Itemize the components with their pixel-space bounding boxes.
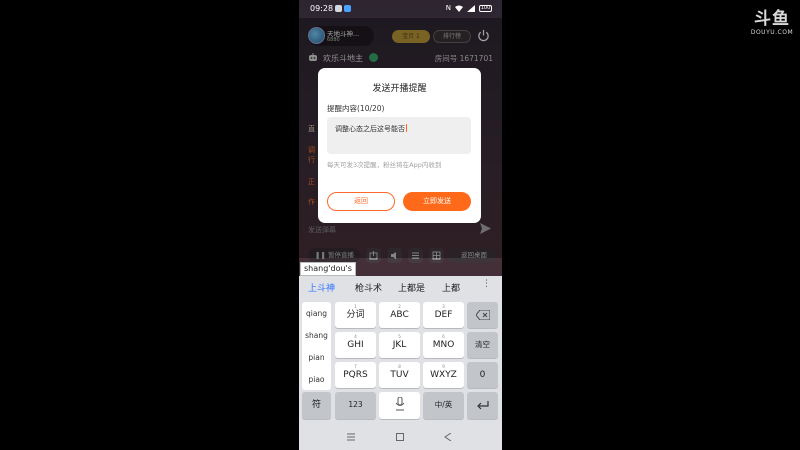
key-label: JKL <box>392 340 407 350</box>
wifi-icon <box>455 5 463 12</box>
clear-key[interactable]: 清空 <box>467 332 498 358</box>
backspace-icon <box>474 309 490 321</box>
space-key[interactable] <box>379 392 420 419</box>
key-label: MNO <box>432 340 455 350</box>
candidate-word[interactable]: 枪斗术 <box>355 281 382 294</box>
back-button[interactable]: 返回 <box>327 192 395 211</box>
key-label: DEF <box>434 310 453 320</box>
app-notification-icon <box>344 5 351 12</box>
key-tuv[interactable]: 8 TUV <box>379 362 420 388</box>
nfc-icon: N <box>445 4 451 12</box>
content-label: 提醒内容(10/20) <box>327 104 385 113</box>
recent-apps-icon[interactable] <box>347 433 355 441</box>
pinyin-option[interactable]: shang <box>302 331 331 340</box>
key-ghi[interactable]: 4 GHI <box>335 332 376 358</box>
enter-icon <box>476 401 489 410</box>
status-right: N 100 <box>446 4 492 12</box>
watermark-url: DOUYU.COM <box>750 29 794 36</box>
more-candidates-icon[interactable]: ⋮ <box>482 279 491 289</box>
key-label: ABC <box>390 310 409 320</box>
zero-key[interactable]: 0 <box>467 362 498 388</box>
key-jkl[interactable]: 5 JKL <box>379 332 420 358</box>
pinyin-option[interactable]: qiang <box>302 309 331 318</box>
android-nav-bar <box>299 424 502 450</box>
dialog-title: 发送开播提醒 <box>372 84 427 94</box>
screen: 斗鱼 DOUYU.COM 09:28 N 100 天地斗神... 6880 宝贝… <box>0 0 800 450</box>
key-abc[interactable]: 2 ABC <box>379 302 420 328</box>
candidate-word[interactable]: 上都是 <box>398 281 425 294</box>
pinyin-composition: shang'dou's <box>300 262 356 276</box>
notification-icons <box>335 5 351 12</box>
phone-screen: 09:28 N 100 天地斗神... 6880 宝贝 1 排行榜 欢乐斗地主 … <box>299 0 502 450</box>
key-mno[interactable]: 6 MNO <box>423 332 464 358</box>
candidate-word[interactable]: 上斗神 <box>308 281 335 294</box>
reminder-text-input[interactable]: 调整心态之后这号能否 <box>327 117 471 154</box>
key-pqrs[interactable]: 7 PQRS <box>335 362 376 388</box>
key-label: 分词 <box>346 310 365 320</box>
battery-icon: 100 <box>479 4 492 12</box>
key-digit: 8 <box>398 364 401 369</box>
candidate-bar: 上斗神 枪斗术 上都是 上都 ⋮ <box>299 276 502 298</box>
pinyin-option[interactable]: pian <box>302 353 331 362</box>
key-label: WXYZ <box>430 370 457 380</box>
home-icon[interactable] <box>396 433 404 441</box>
pinyin-options: qiang shang pian piao <box>302 302 331 390</box>
key-digit: 1 <box>354 304 357 309</box>
key-digit: 5 <box>398 334 401 339</box>
microphone-icon <box>395 396 404 411</box>
key-label: TUV <box>390 370 409 380</box>
key-def[interactable]: 3 DEF <box>423 302 464 328</box>
number-key[interactable]: 123 <box>335 392 376 419</box>
signal-icon <box>467 4 475 12</box>
symbol-key[interactable]: 符 <box>302 392 331 419</box>
notification-icon <box>335 5 342 12</box>
key-digit: 9 <box>442 364 445 369</box>
watermark-logo: 斗鱼 <box>754 9 790 29</box>
reminder-text-value: 调整心态之后这号能否 <box>335 125 405 133</box>
status-bar: 09:28 N 100 <box>299 0 502 18</box>
key-digit: 7 <box>354 364 357 369</box>
send-now-button[interactable]: 立即发送 <box>403 192 471 211</box>
text-caret <box>406 124 407 132</box>
candidate-word[interactable]: 上都 <box>442 281 460 294</box>
status-time: 09:28 <box>310 4 334 13</box>
ime-keyboard: 上斗神 枪斗术 上都是 上都 ⋮ qiang shang pian piao 1… <box>299 276 502 424</box>
pinyin-option[interactable]: piao <box>302 375 331 384</box>
key-digit: 3 <box>442 304 445 309</box>
dialog-hint: 每天可发3次提醒，粉丝将在App内收到 <box>327 161 442 169</box>
key-digit: 2 <box>398 304 401 309</box>
broadcast-reminder-dialog: 发送开播提醒 提醒内容(10/20) 调整心态之后这号能否 每天可发3次提醒，粉… <box>318 68 481 223</box>
key-wxyz[interactable]: 9 WXYZ <box>423 362 464 388</box>
douyu-watermark: 斗鱼 DOUYU.COM <box>750 10 794 36</box>
key-fenci[interactable]: 1 分词 <box>335 302 376 328</box>
key-label: GHI <box>347 340 364 350</box>
language-switch-key[interactable]: 中/英 <box>423 392 464 419</box>
enter-key[interactable] <box>467 392 498 419</box>
back-icon[interactable] <box>444 433 452 441</box>
key-label: PQRS <box>343 370 368 380</box>
key-digit: 6 <box>442 334 445 339</box>
backspace-key[interactable] <box>467 302 498 328</box>
key-digit: 4 <box>354 334 357 339</box>
